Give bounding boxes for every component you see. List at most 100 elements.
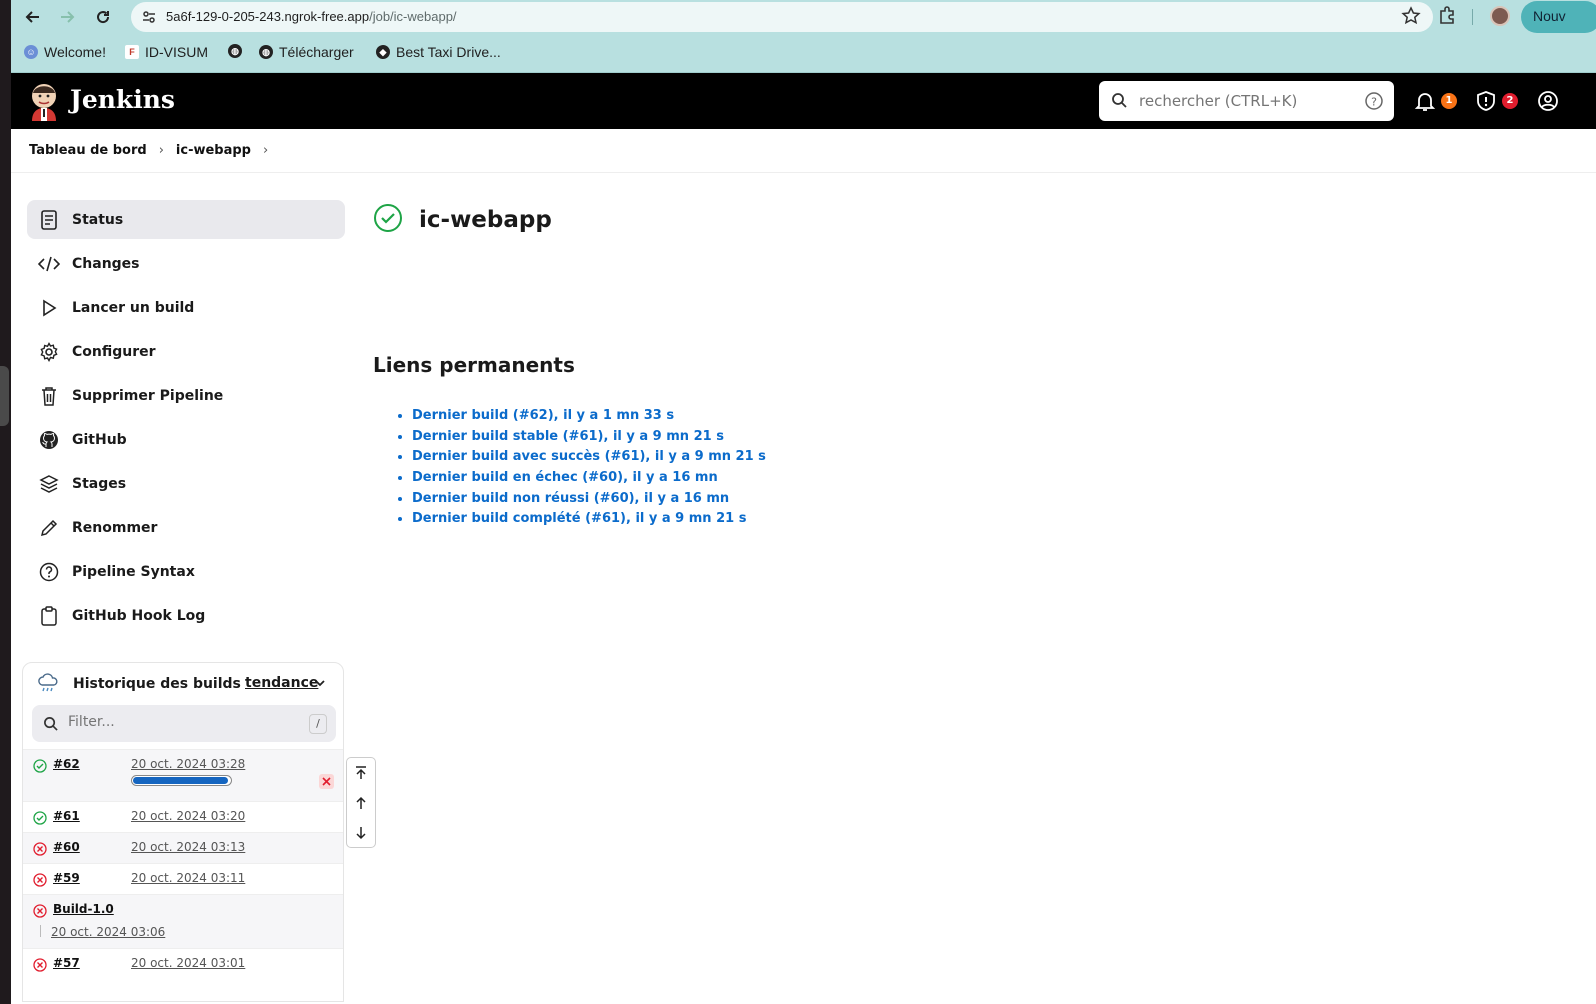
permalink-item[interactable]: Dernier build complété (#61), il y a 9 m… — [412, 511, 766, 532]
chevron-down-icon[interactable] — [313, 675, 327, 694]
permalink-link[interactable]: Dernier build (#62), il y a 1 mn 33 s — [412, 408, 674, 423]
build-history-title: Historique des builds — [73, 676, 241, 692]
sidebar-item-pipeline-syntax[interactable]: Pipeline Syntax — [27, 552, 345, 591]
permalink-item[interactable]: Dernier build avec succès (#61), il y a … — [412, 449, 766, 470]
build-list: #62 20 oct. 2024 03:28 #61 20 oct. 2024 … — [23, 749, 343, 979]
scroll-top-icon[interactable] — [347, 758, 375, 788]
permalink-link[interactable]: Dernier build en échec (#60), il y a 16 … — [412, 470, 718, 485]
reload-icon[interactable] — [91, 5, 115, 29]
jenkins-logo[interactable] — [27, 81, 61, 121]
build-row[interactable]: #59 20 oct. 2024 03:11 — [23, 863, 343, 894]
build-history-panel: Historique des builds tendance / #62 20 … — [22, 662, 344, 1002]
stages-icon — [38, 473, 60, 495]
build-row[interactable]: Build-1.0 20 oct. 2024 03:06 — [23, 894, 343, 948]
build-row[interactable]: #60 20 oct. 2024 03:13 — [23, 832, 343, 863]
build-number[interactable]: #59 — [53, 871, 80, 885]
sidebar-item-rename[interactable]: Renommer — [27, 508, 345, 547]
breadcrumb-divider — [11, 172, 1596, 173]
build-number[interactable]: #61 — [53, 809, 80, 823]
permalink-link[interactable]: Dernier build non réussi (#60), il y a 1… — [412, 491, 729, 506]
sidebar-item-label: Configurer — [72, 343, 156, 360]
breadcrumb-job[interactable]: ic-webapp — [176, 143, 251, 158]
bookmark-globe[interactable]: ◍ — [228, 44, 242, 58]
build-date[interactable]: 20 oct. 2024 03:13 — [131, 840, 245, 854]
sidebar-item-label: Pipeline Syntax — [72, 563, 195, 580]
globe-icon: ◍ — [259, 45, 273, 59]
url-path: /job/ic-webapp/ — [369, 9, 457, 24]
security-badge: 2 — [1502, 93, 1518, 109]
permalink-link[interactable]: Dernier build stable (#61), il y a 9 mn … — [412, 429, 724, 444]
bookmark-idvisum[interactable]: F ID-VISUM — [125, 44, 208, 60]
breadcrumb-dashboard[interactable]: Tableau de bord — [29, 143, 147, 158]
back-icon[interactable] — [21, 5, 45, 29]
search-input[interactable] — [1139, 89, 1354, 113]
bookmark-label: ID-VISUM — [145, 44, 208, 60]
build-row[interactable]: #62 20 oct. 2024 03:28 — [23, 749, 343, 801]
build-date[interactable]: 20 oct. 2024 03:28 — [131, 757, 245, 771]
failed-icon — [33, 903, 47, 922]
jenkins-header: Jenkins ? 1 2 — [11, 73, 1596, 129]
scroll-up-icon[interactable] — [347, 788, 375, 818]
build-date[interactable]: 20 oct. 2024 03:20 — [131, 809, 245, 823]
sidebar-item-configure[interactable]: Configurer — [27, 332, 345, 371]
sidebar-item-changes[interactable]: Changes — [27, 244, 345, 283]
failed-icon — [33, 957, 47, 976]
build-date[interactable]: 20 oct. 2024 03:11 — [131, 871, 245, 885]
permalink-link[interactable]: Dernier build complété (#61), il y a 9 m… — [412, 511, 746, 526]
build-number[interactable]: Build-1.0 — [53, 902, 114, 916]
dock-handle[interactable] — [0, 366, 9, 426]
build-number[interactable]: #62 — [53, 757, 80, 771]
cancel-build-icon[interactable] — [319, 774, 334, 789]
trend-link[interactable]: tendance — [245, 675, 318, 691]
build-row[interactable]: #57 20 oct. 2024 03:01 — [23, 948, 343, 979]
permalink-item[interactable]: Dernier build stable (#61), il y a 9 mn … — [412, 429, 766, 450]
bookmark-telecharger[interactable]: ◍ Télécharger — [259, 44, 354, 60]
chevron-right-icon[interactable]: › — [159, 143, 164, 158]
toolbar-separator — [1472, 9, 1473, 25]
shield-icon[interactable] — [1475, 90, 1497, 116]
job-header: ic-webapp — [373, 203, 552, 237]
sidebar-item-status[interactable]: Status — [27, 200, 345, 239]
permalinks-list: Dernier build (#62), il y a 1 mn 33 s De… — [394, 408, 766, 532]
build-row[interactable]: #61 20 oct. 2024 03:20 — [23, 801, 343, 832]
extensions-icon[interactable] — [1437, 5, 1457, 29]
star-icon[interactable] — [1401, 6, 1421, 30]
permalink-item[interactable]: Dernier build en échec (#60), il y a 16 … — [412, 470, 766, 491]
search-box[interactable]: ? — [1099, 81, 1394, 121]
permalink-item[interactable]: Dernier build non réussi (#60), il y a 1… — [412, 491, 766, 512]
user-icon[interactable] — [1537, 90, 1559, 116]
profile-avatar[interactable] — [1490, 6, 1510, 26]
address-bar[interactable]: 5a6f-129-0-205-243.ngrok-free.app/job/ic… — [131, 2, 1433, 32]
bookmark-label: Welcome! — [44, 44, 106, 60]
build-number[interactable]: #60 — [53, 840, 80, 854]
filter-box[interactable]: / — [32, 705, 336, 742]
trash-icon — [38, 385, 60, 407]
sidebar-item-build[interactable]: Lancer un build — [27, 288, 345, 327]
sidebar-item-github-hook-log[interactable]: GitHub Hook Log — [27, 596, 345, 635]
sidebar-item-delete[interactable]: Supprimer Pipeline — [27, 376, 345, 415]
build-date[interactable]: 20 oct. 2024 03:06 — [51, 925, 165, 939]
sidebar-item-label: Renommer — [72, 519, 158, 536]
build-date[interactable]: 20 oct. 2024 03:01 — [131, 956, 245, 970]
sidebar-item-label: Lancer un build — [72, 299, 195, 316]
forward-icon[interactable] — [55, 5, 79, 29]
jenkins-title[interactable]: Jenkins — [70, 85, 175, 114]
sidebar-item-github[interactable]: GitHub — [27, 420, 345, 459]
filter-input[interactable] — [68, 714, 288, 730]
bell-icon[interactable] — [1414, 90, 1436, 116]
bookmark-welcome[interactable]: ☺ Welcome! — [24, 44, 106, 60]
sidebar-item-label: Supprimer Pipeline — [72, 387, 224, 404]
scroll-down-icon[interactable] — [347, 818, 375, 848]
bookmark-taxi[interactable]: ◆ Best Taxi Drive... — [376, 44, 501, 60]
new-tab-button[interactable]: Nouv — [1521, 1, 1596, 33]
build-progress-bar[interactable] — [131, 775, 232, 786]
site-info-icon[interactable] — [137, 5, 161, 29]
chevron-right-icon[interactable]: › — [263, 143, 268, 158]
sidebar-item-stages[interactable]: Stages — [27, 464, 345, 503]
permalink-link[interactable]: Dernier build avec succès (#61), il y a … — [412, 449, 766, 464]
bookmarks-bar: ☺ Welcome! F ID-VISUM ◍ ◍ Télécharger ◆ … — [11, 34, 1596, 73]
permalink-item[interactable]: Dernier build (#62), il y a 1 mn 33 s — [412, 408, 766, 429]
build-number[interactable]: #57 — [53, 956, 80, 970]
help-icon[interactable]: ? — [1364, 91, 1384, 115]
failed-icon — [33, 872, 47, 891]
